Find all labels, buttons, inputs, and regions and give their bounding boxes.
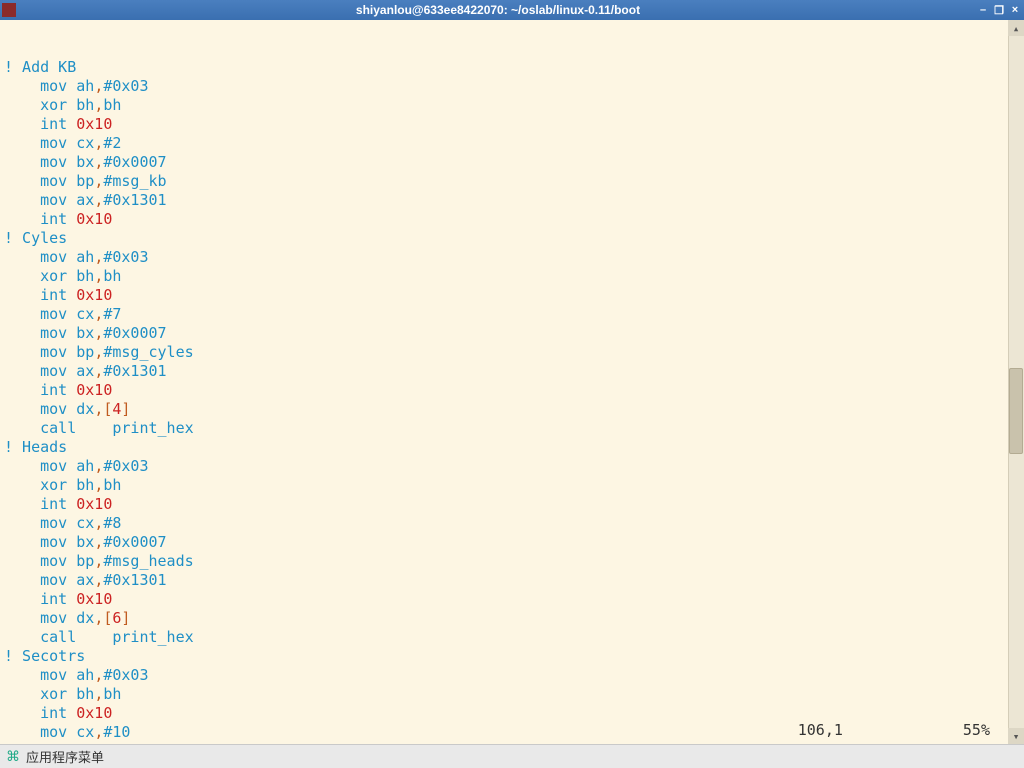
scroll-thumb[interactable] <box>1009 368 1023 455</box>
code-line: mov bx,#0x0007 <box>4 324 1024 343</box>
code-line: mov ah,#0x03 <box>4 248 1024 267</box>
code-line: int 0x10 <box>4 115 1024 134</box>
code-line: mov ax,#0x1301 <box>4 571 1024 590</box>
comment-line: ! Secotrs <box>4 647 1024 666</box>
code-line: int 0x10 <box>4 286 1024 305</box>
code-line: call print_hex <box>4 628 1024 647</box>
code-line: mov bp,#msg_cyles <box>4 343 1024 362</box>
code-area[interactable]: ! Add KB mov ah,#0x03 xor bh,bh int 0x10… <box>4 58 1024 742</box>
cursor-position: 106,1 <box>798 721 843 740</box>
code-line: int 0x10 <box>4 590 1024 609</box>
code-line: mov ah,#0x03 <box>4 457 1024 476</box>
code-line: xor bh,bh <box>4 476 1024 495</box>
code-line: mov cx,#2 <box>4 134 1024 153</box>
code-line: mov ax,#0x1301 <box>4 191 1024 210</box>
code-line: mov ah,#0x03 <box>4 666 1024 685</box>
scrollbar-track[interactable]: ▴ ▾ <box>1008 20 1024 744</box>
minimize-button[interactable]: – <box>976 3 990 17</box>
titlebar[interactable]: shiyanlou@633ee8422070: ~/oslab/linux-0.… <box>0 0 1024 20</box>
code-line: mov dx,[4] <box>4 400 1024 419</box>
maximize-button[interactable]: ❐ <box>992 3 1006 17</box>
code-line: xor bh,bh <box>4 685 1024 704</box>
code-line: mov ah,#0x03 <box>4 77 1024 96</box>
menu-icon[interactable]: ⌘ <box>6 748 20 765</box>
code-line: int 0x10 <box>4 381 1024 400</box>
code-line: xor bh,bh <box>4 96 1024 115</box>
code-line: int 0x10 <box>4 210 1024 229</box>
code-line: mov bp,#msg_heads <box>4 552 1024 571</box>
editor-viewport[interactable]: ! Add KB mov ah,#0x03 xor bh,bh int 0x10… <box>0 20 1024 744</box>
comment-line: ! Add KB <box>4 58 1024 77</box>
code-line: mov bp,#msg_kb <box>4 172 1024 191</box>
code-line: int 0x10 <box>4 495 1024 514</box>
scroll-up-button[interactable]: ▴ <box>1008 20 1024 36</box>
close-button[interactable]: × <box>1008 3 1022 17</box>
comment-line: ! Cyles <box>4 229 1024 248</box>
window-title: shiyanlou@633ee8422070: ~/oslab/linux-0.… <box>22 3 974 17</box>
code-line: mov cx,#7 <box>4 305 1024 324</box>
code-line: mov bx,#0x0007 <box>4 153 1024 172</box>
code-line: mov bx,#0x0007 <box>4 533 1024 552</box>
code-line: mov cx,#8 <box>4 514 1024 533</box>
taskbar[interactable]: ⌘ 应用程序菜单 <box>0 744 1024 768</box>
app-menu-button[interactable]: 应用程序菜单 <box>26 747 104 766</box>
scroll-percent: 55% <box>963 721 990 740</box>
code-line: mov ax,#0x1301 <box>4 362 1024 381</box>
code-line: call print_hex <box>4 419 1024 438</box>
app-icon <box>2 3 16 17</box>
scroll-down-button[interactable]: ▾ <box>1008 728 1024 744</box>
status-line: 106,1 55% <box>4 721 1000 740</box>
code-line: xor bh,bh <box>4 267 1024 286</box>
code-line: mov dx,[6] <box>4 609 1024 628</box>
comment-line: ! Heads <box>4 438 1024 457</box>
